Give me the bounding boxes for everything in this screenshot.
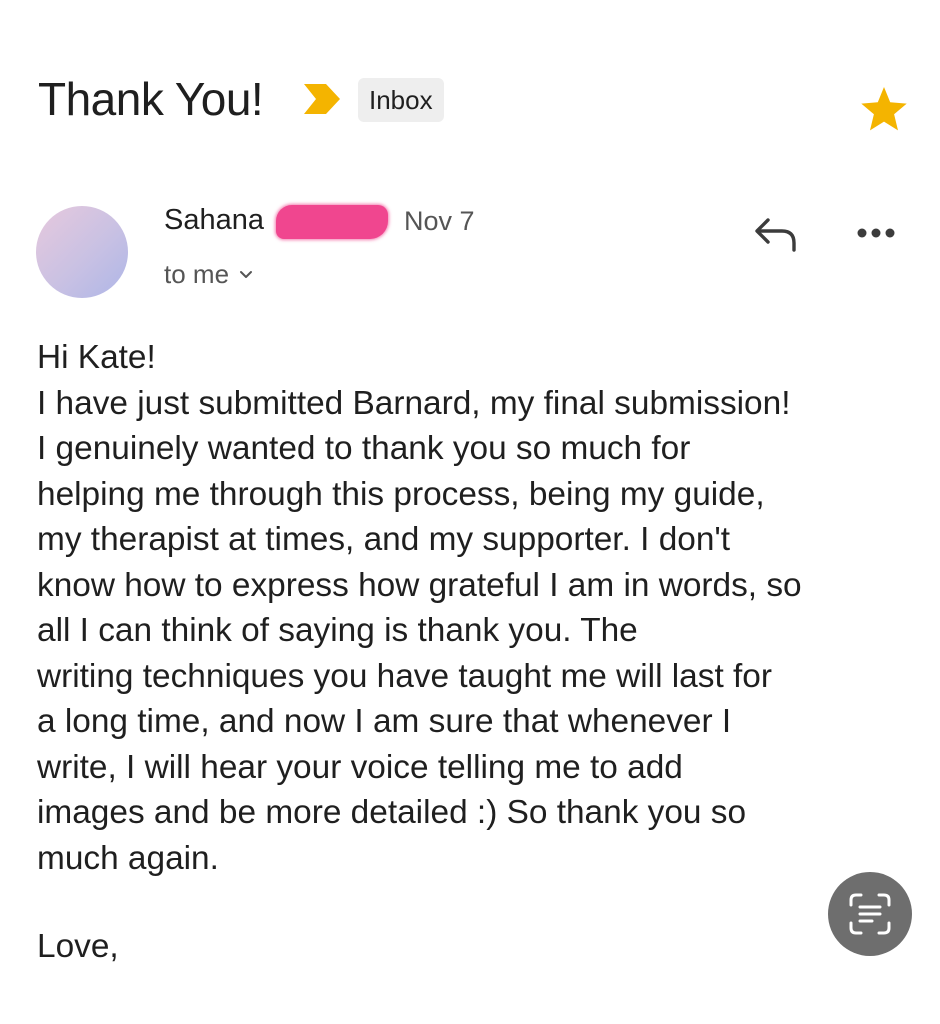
important-marker-icon[interactable] <box>302 82 342 116</box>
body-line: Hi Kate! <box>37 339 156 376</box>
more-options-icon[interactable] <box>856 226 896 240</box>
body-line: know how to express how grateful I am in… <box>37 566 802 604</box>
email-body: Hi Kate! I have just submitted Barnard, … <box>37 335 917 881</box>
body-line: helping me through this process, being m… <box>37 475 765 513</box>
inbox-label-chip[interactable]: Inbox <box>358 78 444 122</box>
email-subject: Thank You! <box>38 73 264 125</box>
body-line: writing techniques you have taught me wi… <box>37 657 772 695</box>
body-line: images and be more detailed :) So thank … <box>37 794 747 831</box>
recipient-label: to me <box>164 259 230 289</box>
email-signoff: Love, <box>37 928 119 965</box>
body-line: much again. <box>37 839 219 877</box>
sender-avatar[interactable] <box>36 206 128 298</box>
chevron-down-icon <box>240 270 253 278</box>
text-scan-button[interactable] <box>828 872 912 956</box>
body-line: I genuinely wanted to thank you so much … <box>37 430 691 467</box>
text-scan-icon <box>849 893 891 935</box>
redaction-scribble <box>276 205 388 239</box>
reply-icon[interactable] <box>752 214 800 254</box>
body-line: I have just submitted Barnard, my final … <box>37 384 791 422</box>
sender-name[interactable]: Sahana <box>164 204 264 237</box>
email-date: Nov 7 <box>404 206 475 236</box>
subject-header: Thank You! Inbox <box>38 70 910 134</box>
recipient-toggle[interactable]: to me <box>164 259 253 290</box>
body-line: a long time, and now I am sure that when… <box>37 703 732 740</box>
body-line: my therapist at times, and my supporter.… <box>37 521 731 558</box>
body-line: write, I will hear your voice telling me… <box>37 748 683 786</box>
body-line: all I can think of saying is thank you. … <box>37 612 638 649</box>
star-icon[interactable] <box>858 84 910 134</box>
